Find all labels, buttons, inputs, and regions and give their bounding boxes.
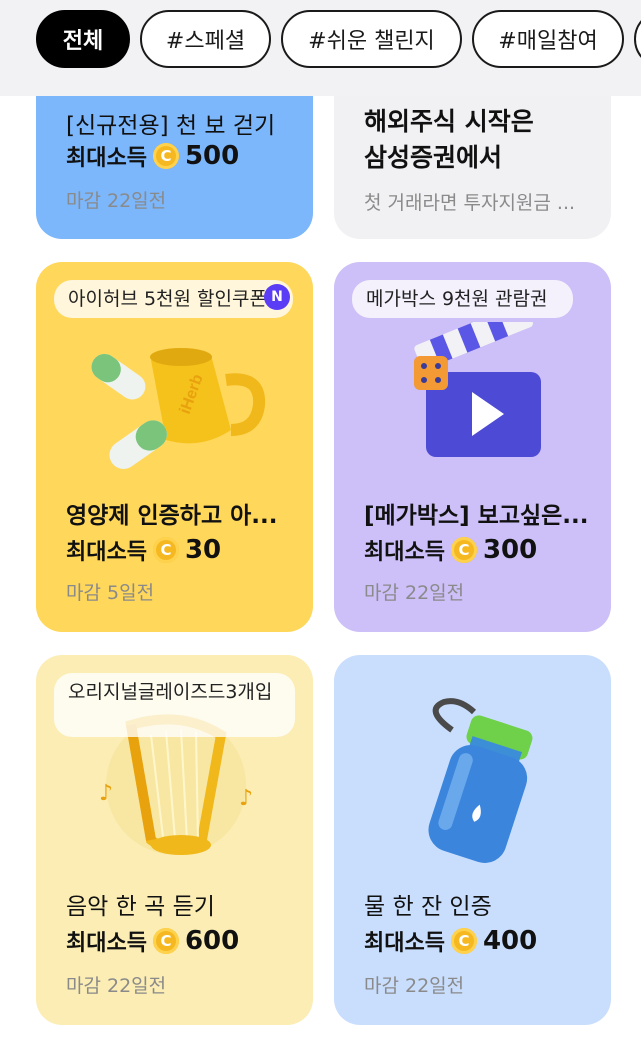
coin-icon: C <box>450 928 477 954</box>
card-deadline: 마감 22일전 <box>364 975 465 997</box>
reward-label: 최대소득 <box>66 931 147 956</box>
challenge-card-water[interactable]: 물 한 잔 인증 최대소득 C 400 마감 22일전 <box>334 655 611 1025</box>
challenge-card-music[interactable]: ♪ ♪ 오리지널글레이즈드3개입 음악 한 곡 듣기 최대소득 C 600 마감… <box>36 655 313 1025</box>
svg-text:♪: ♪ <box>239 786 253 811</box>
tab-daily[interactable]: #매일참여 <box>472 10 624 68</box>
card-reward: 최대소득 C 30 <box>66 534 221 566</box>
reward-amount: 30 <box>184 535 222 565</box>
challenge-card-supplement[interactable]: 아이허브 5천원 할인쿠폰 N iHerb 영양제 인증하고 아... 최대소득… <box>36 262 313 632</box>
card-title: [신규전용] 천 보 걷기 <box>66 113 276 139</box>
prize-badge: 메가박스 9천원 관람권 <box>352 280 573 318</box>
ad-title-line2: 삼성증권에서 <box>364 143 503 172</box>
card-deadline: 마감 22일전 <box>66 975 167 997</box>
ad-subtitle: 첫 거래라면 투자지원금 ... <box>364 192 576 214</box>
water-bottle-icon <box>428 698 533 863</box>
tab-more[interactable] <box>634 10 641 68</box>
clapperboard-icon <box>414 322 541 457</box>
category-tab-bar: 전체 #스페셜 #쉬운 챌린지 #매일참여 <box>0 0 641 96</box>
prize-badge: 아이허브 5천원 할인쿠폰 <box>54 280 293 318</box>
coin-icon: C <box>450 537 477 563</box>
card-deadline: 마감 5일전 <box>66 582 155 604</box>
reward-label: 최대소득 <box>66 540 147 565</box>
card-reward: 최대소득 C 600 <box>66 925 239 957</box>
card-deadline: 마감 22일전 <box>364 582 465 604</box>
card-reward: 최대소득 C 400 <box>364 925 537 957</box>
challenge-card-megabox[interactable]: 메가박스 9천원 관람권 [메가박스] 보고싶은... 최대소득 C 300 마… <box>334 262 611 632</box>
reward-label: 최대소득 <box>66 146 147 171</box>
reward-amount: 600 <box>184 926 240 956</box>
card-reward: 최대소득 C 500 <box>66 140 239 172</box>
tab-special[interactable]: #스페셜 <box>140 10 271 68</box>
coin-icon: C <box>152 143 179 169</box>
supplement-cup-icon: iHerb <box>91 348 266 469</box>
card-title: 음악 한 곡 듣기 <box>66 894 215 920</box>
coin-icon: C <box>152 928 179 954</box>
tab-all[interactable]: 전체 <box>36 10 130 68</box>
reward-amount: 400 <box>482 926 538 956</box>
card-title: [메가박스] 보고싶은... <box>364 503 589 529</box>
svg-text:♪: ♪ <box>99 781 113 806</box>
coin-icon: C <box>152 537 179 563</box>
ad-title-line1: 해외주식 시작은 <box>364 107 534 136</box>
card-title: 물 한 잔 인증 <box>364 894 492 920</box>
reward-amount: 300 <box>482 535 538 565</box>
reward-label: 최대소득 <box>364 931 445 956</box>
prize-badge: 오리지널글레이즈드3개입 <box>54 673 295 737</box>
reward-label: 최대소득 <box>364 540 445 565</box>
card-deadline: 마감 22일전 <box>66 190 167 212</box>
card-title: 영양제 인증하고 아... <box>66 503 278 529</box>
card-reward: 최대소득 C 300 <box>364 534 537 566</box>
new-badge: N <box>264 284 290 310</box>
reward-amount: 500 <box>184 141 240 171</box>
tab-easy-challenge[interactable]: #쉬운 챌린지 <box>281 10 462 68</box>
